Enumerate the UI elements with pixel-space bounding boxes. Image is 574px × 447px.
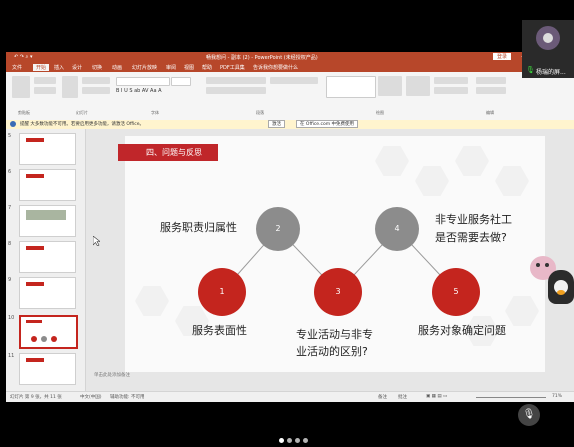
mic-icon: 🎙 bbox=[526, 66, 535, 74]
node-4-circle[interactable]: 4 bbox=[375, 207, 419, 251]
node-3-circle[interactable]: 3 bbox=[314, 268, 362, 316]
participant-video-tile[interactable]: 🎙 杨瑞的屏... bbox=[522, 20, 574, 78]
node-1-label[interactable]: 服务表面性 bbox=[192, 323, 247, 339]
node-1-circle[interactable]: 1 bbox=[198, 268, 246, 316]
section-banner[interactable]: 四、问题与反思 bbox=[118, 144, 218, 161]
node-2-label[interactable]: 服务职责归属性 bbox=[160, 220, 237, 236]
microphone-button[interactable]: 🎙 bbox=[518, 404, 540, 426]
participant-avatar bbox=[536, 26, 560, 50]
node-4-label-line1[interactable]: 非专业服务社工 bbox=[435, 212, 512, 228]
participant-name: 杨瑞的屏... bbox=[536, 69, 566, 76]
mouse-cursor-icon bbox=[93, 236, 100, 246]
page-dot[interactable] bbox=[295, 438, 300, 443]
penguin-mascot-sticker bbox=[548, 270, 574, 304]
page-indicator[interactable] bbox=[279, 428, 311, 447]
page-dot-active[interactable] bbox=[279, 438, 284, 443]
node-4-label-line2[interactable]: 是否需要去做? bbox=[435, 230, 507, 246]
page-dot[interactable] bbox=[287, 438, 292, 443]
node-2-circle[interactable]: 2 bbox=[256, 207, 300, 251]
node-3-label-line2[interactable]: 业活动的区别? bbox=[296, 344, 368, 360]
node-5-label[interactable]: 服务对象确定问题 bbox=[418, 323, 506, 339]
node-5-circle[interactable]: 5 bbox=[432, 268, 480, 316]
page-dot[interactable] bbox=[303, 438, 308, 443]
node-3-label-line1[interactable]: 专业活动与非专 bbox=[296, 327, 373, 343]
